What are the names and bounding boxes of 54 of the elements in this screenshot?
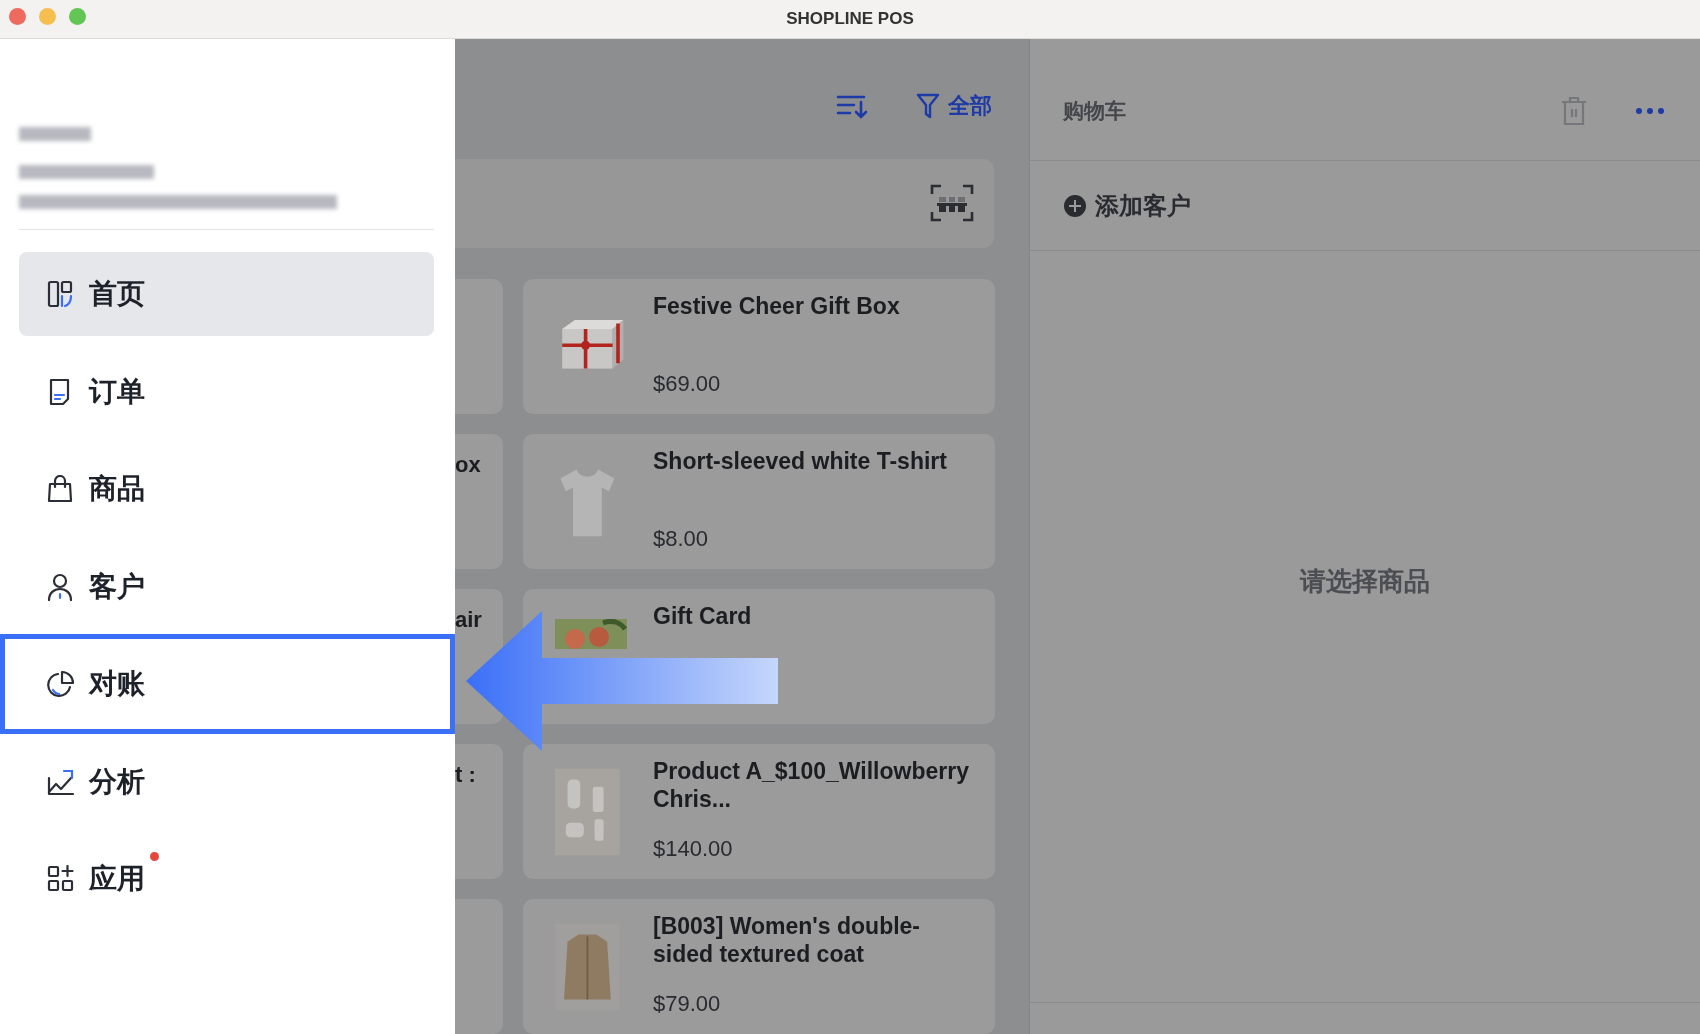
product-card[interactable]: Short-sleeved white T-shirt $8.00: [523, 434, 995, 569]
menu-label: 商品: [89, 472, 145, 506]
photo-placeholder: [555, 619, 627, 649]
menu-label: 订单: [89, 374, 145, 409]
product-card[interactable]: [455, 899, 503, 1034]
line-chart-icon: [47, 767, 75, 796]
product-card[interactable]: t :: [455, 744, 503, 879]
menu-label: 应用: [89, 858, 145, 900]
add-customer-button[interactable]: 添加客户: [1063, 187, 1191, 224]
product-card[interactable]: [B003] Women's double-sided textured coat $79.00: [523, 899, 995, 1034]
product-price: $8.00: [653, 525, 710, 553]
barcode-scan-icon[interactable]: [930, 184, 974, 223]
more-icon[interactable]: [1635, 106, 1665, 115]
sidebar-item[interactable]: 对账: [0, 634, 455, 734]
product-price: $69.00: [653, 370, 722, 398]
person-icon: [47, 572, 75, 601]
sidebar-item[interactable]: 首页: [19, 252, 434, 336]
window-title: SHOPLINE POS: [786, 8, 914, 31]
product-card[interactable]: ox: [455, 434, 503, 569]
product-name: t :: [455, 762, 476, 787]
menu-label: 首页: [89, 277, 145, 311]
product-name: Short-sleeved white T-shirt: [653, 448, 947, 476]
sidebar-item[interactable]: 分析: [19, 739, 434, 824]
zoom-button[interactable]: [69, 8, 86, 25]
redacted-text: [19, 127, 91, 141]
sidebar-item[interactable]: 客户: [19, 544, 434, 629]
product-name: Festive Cheer Gift Box: [653, 293, 900, 321]
add-icon: [1063, 193, 1087, 218]
sidebar-item[interactable]: 商品: [19, 447, 434, 531]
minimize-button[interactable]: [39, 8, 56, 25]
product-name: Gift Card: [653, 603, 752, 631]
product-price: $140.00: [653, 835, 734, 863]
product-card[interactable]: [455, 279, 503, 414]
close-button[interactable]: [9, 8, 26, 25]
apps-grid-icon: [47, 865, 75, 893]
product-name: air: [455, 607, 482, 632]
filter-icon: [916, 92, 940, 119]
product-card[interactable]: Product A_$100_Willowberry Chris... $140.00: [523, 744, 995, 879]
product-card[interactable]: Festive Cheer Gift Box $69.00: [523, 279, 995, 414]
menu-label: 分析: [89, 764, 145, 799]
cart-title: 购物车: [1063, 97, 1127, 124]
product-name: ox: [455, 452, 481, 477]
menu-label: 对账: [89, 667, 145, 701]
menu-label: 客户: [89, 569, 145, 604]
empty-cart-message: 请选择商品: [1300, 565, 1430, 598]
shopping-bag-icon: [47, 475, 75, 503]
grid-icon: [47, 280, 75, 308]
pie-chart-icon: [47, 670, 75, 698]
product-price: $79.00: [653, 990, 722, 1018]
sidebar-item[interactable]: 应用: [19, 837, 434, 921]
product-name: Product A_$100_Willowberry Chris...: [653, 758, 970, 814]
product-name: [B003] Women's double-sided textured coat: [653, 913, 921, 969]
trash-icon[interactable]: [1561, 95, 1587, 126]
sidebar-item[interactable]: 订单: [19, 349, 434, 434]
